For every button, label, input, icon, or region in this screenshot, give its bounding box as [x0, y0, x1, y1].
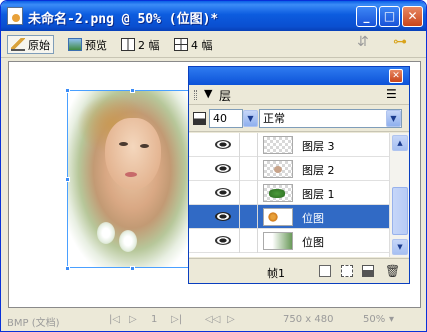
visibility-eye-icon[interactable]: [215, 212, 231, 221]
scroll-down-button[interactable]: ▼: [392, 239, 408, 255]
scroll-thumb[interactable]: [392, 187, 408, 235]
title-bar[interactable]: 未命名-2.png @ 50% (位图)* _ □ ✕: [1, 1, 426, 31]
opacity-input[interactable]: 40: [209, 109, 243, 128]
add-mask-icon[interactable]: [341, 265, 353, 277]
resize-handle[interactable]: [65, 177, 70, 182]
png-document-icon: [7, 7, 23, 25]
options-menu-icon[interactable]: ☰: [386, 87, 397, 101]
zoom-dropdown-icon[interactable]: ▾: [389, 314, 394, 325]
preview-button[interactable]: 预览: [65, 35, 110, 54]
window-title: 未命名-2.png @ 50% (位图)*: [28, 12, 219, 27]
layers-panel-header: ▼ 层 ☰: [189, 85, 409, 105]
four-up-icon: [174, 38, 188, 51]
layers-panel-titlebar[interactable]: ✕: [189, 67, 409, 85]
visibility-eye-icon[interactable]: [215, 236, 231, 245]
frame-number: 1: [151, 314, 158, 325]
layers-panel-title: 层: [219, 89, 232, 103]
two-up-button[interactable]: 2 幅: [118, 35, 163, 54]
divider: [257, 157, 258, 181]
layer-name: 图层 3: [302, 140, 335, 153]
layer-row[interactable]: 图层 3: [189, 133, 389, 157]
collapse-triangle-icon[interactable]: ▼: [204, 87, 212, 100]
divider: [239, 229, 240, 253]
resize-handle[interactable]: [130, 88, 135, 93]
visibility-eye-icon[interactable]: [215, 164, 231, 173]
opacity-icon: [193, 112, 206, 125]
last-frame-button[interactable]: ▷|: [171, 314, 182, 325]
new-layer-icon[interactable]: [362, 265, 374, 277]
layers-panel: ✕ ▼ 层 ☰ 40 ▼ 正常 ▼ 图层 3 图层 2 图层 1 位图 位图 ▲…: [188, 66, 410, 284]
preview-label: 预览: [85, 38, 107, 52]
maximize-button[interactable]: □: [379, 6, 400, 27]
prev-frame-button[interactable]: ◁◁: [205, 314, 220, 325]
divider: [239, 205, 240, 229]
layer-thumbnail: [263, 232, 293, 250]
preview-icon: [68, 38, 82, 51]
two-up-label: 2 幅: [138, 38, 160, 52]
layer-thumbnail: [263, 184, 293, 202]
visibility-eye-icon[interactable]: [215, 188, 231, 197]
layer-thumbnail: [263, 208, 293, 226]
play-button[interactable]: ▷: [129, 314, 137, 325]
file-type-label: BMP (文档): [7, 318, 60, 329]
grip-icon[interactable]: [194, 90, 197, 100]
scroll-up-button[interactable]: ▲: [392, 135, 408, 151]
layer-name: 位图: [302, 236, 324, 249]
image-size: 750 x 480: [283, 314, 334, 325]
resize-handle[interactable]: [65, 88, 70, 93]
opacity-dropdown-button[interactable]: ▼: [243, 110, 258, 127]
layer-name: 位图: [302, 212, 324, 225]
layer-row[interactable]: 图层 1: [189, 181, 389, 205]
divider: [239, 157, 240, 181]
export-icon[interactable]: ⇵: [357, 34, 369, 50]
panel-close-button[interactable]: ✕: [389, 69, 403, 83]
layer-row-selected[interactable]: 位图: [189, 205, 389, 229]
resize-handle[interactable]: [130, 266, 135, 271]
blend-mode-dropdown-button[interactable]: ▼: [386, 110, 401, 127]
divider: [257, 181, 258, 205]
divider: [257, 205, 258, 229]
layer-thumbnail: [263, 160, 293, 178]
layers-list: 图层 3 图层 2 图层 1 位图 位图: [189, 133, 389, 257]
two-up-icon: [121, 38, 135, 51]
layer-row[interactable]: 图层 2: [189, 157, 389, 181]
frame-label: 帧1: [267, 267, 285, 280]
layer-name: 图层 2: [302, 164, 335, 177]
divider: [239, 181, 240, 205]
blend-mode-select[interactable]: 正常: [259, 109, 402, 128]
layer-name: 图层 1: [302, 188, 335, 201]
status-bar: BMP (文档) |◁ ▷ 1 ▷| ◁◁ ▷ 750 x 480 50% ▾: [1, 308, 426, 331]
layers-scrollbar[interactable]: ▲ ▼: [389, 133, 409, 257]
resize-handle[interactable]: [65, 266, 70, 271]
divider: [239, 133, 240, 157]
zoom-level[interactable]: 50%: [363, 314, 385, 325]
first-frame-button[interactable]: |◁: [109, 314, 120, 325]
close-button[interactable]: ✕: [402, 6, 423, 27]
new-sublayer-icon[interactable]: [319, 265, 331, 277]
minimize-button[interactable]: _: [356, 6, 377, 27]
key-icon[interactable]: ⊶: [393, 34, 407, 50]
layer-controls: 40 ▼ 正常 ▼: [189, 106, 409, 132]
original-view-label: 原始: [28, 38, 50, 52]
original-view-button[interactable]: 原始: [7, 35, 54, 54]
four-up-button[interactable]: 4 幅: [171, 35, 216, 54]
layers-panel-footer: 帧1 🗑: [189, 258, 409, 283]
four-up-label: 4 幅: [191, 38, 213, 52]
divider: [257, 133, 258, 157]
pencil-icon: [11, 38, 25, 51]
divider: [257, 229, 258, 253]
visibility-eye-icon[interactable]: [215, 140, 231, 149]
layer-thumbnail: [263, 136, 293, 154]
layer-row[interactable]: 位图: [189, 229, 389, 253]
trash-icon[interactable]: 🗑: [385, 265, 400, 277]
selection-box[interactable]: [67, 90, 197, 268]
next-frame-button[interactable]: ▷: [227, 314, 235, 325]
